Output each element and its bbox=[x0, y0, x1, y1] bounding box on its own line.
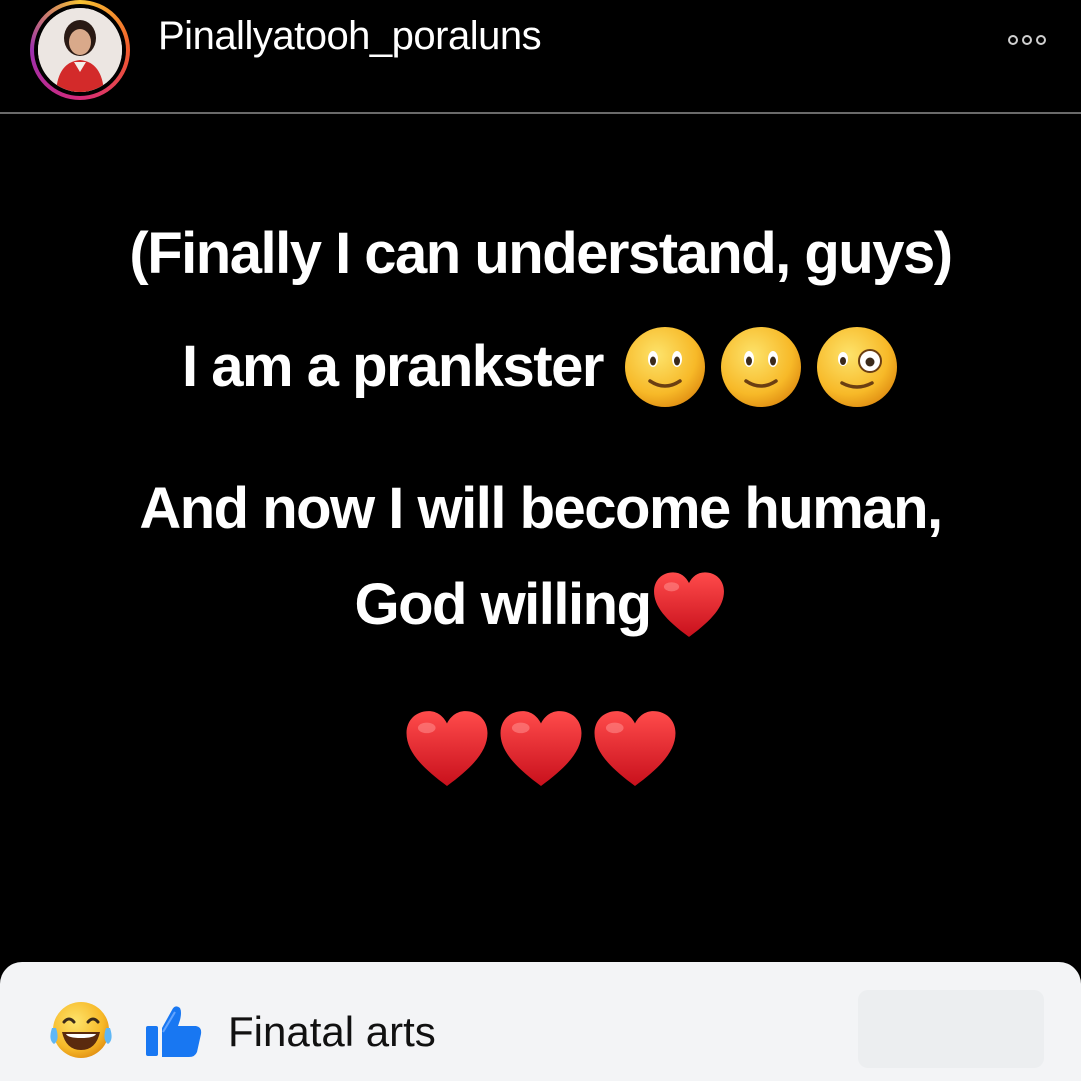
post-header: Pinallyatooh_poraluns bbox=[0, 0, 1081, 112]
post-line-4-row: God willing bbox=[0, 565, 1081, 645]
red-heart-icon bbox=[594, 711, 675, 786]
post-line-2: I am a prankster bbox=[182, 334, 604, 399]
laughing-tears-icon[interactable] bbox=[46, 998, 116, 1062]
profile-photo-icon bbox=[38, 8, 122, 92]
reactions-bar: Finatal arts bbox=[0, 962, 1081, 1081]
post-line-4: God willing bbox=[354, 572, 652, 637]
post-line-3: And now I will become human, bbox=[139, 476, 943, 541]
red-heart-icon bbox=[500, 711, 581, 786]
ellipsis-icon[interactable] bbox=[1007, 34, 1047, 46]
post-line-1: (Finally I can understand, guys) bbox=[129, 221, 953, 286]
profile-photo bbox=[38, 8, 122, 92]
red-heart-icon bbox=[653, 572, 724, 637]
slightly-smiling-face-icon bbox=[720, 327, 801, 407]
blurred-area bbox=[858, 990, 1044, 1068]
hearts-row bbox=[0, 708, 1081, 790]
red-heart-icon bbox=[406, 711, 487, 786]
header-divider bbox=[0, 112, 1081, 114]
reaction-names[interactable]: Finatal arts bbox=[228, 1008, 436, 1056]
slightly-smiling-face-icon bbox=[624, 327, 705, 407]
avatar[interactable] bbox=[30, 0, 130, 100]
thumbs-up-icon[interactable] bbox=[142, 1000, 206, 1060]
username[interactable]: Pinallyatooh_poraluns bbox=[158, 14, 542, 59]
post-line-2-row: I am a prankster bbox=[0, 322, 1081, 412]
avatar-border bbox=[34, 4, 126, 96]
zany-face-icon bbox=[816, 327, 897, 407]
